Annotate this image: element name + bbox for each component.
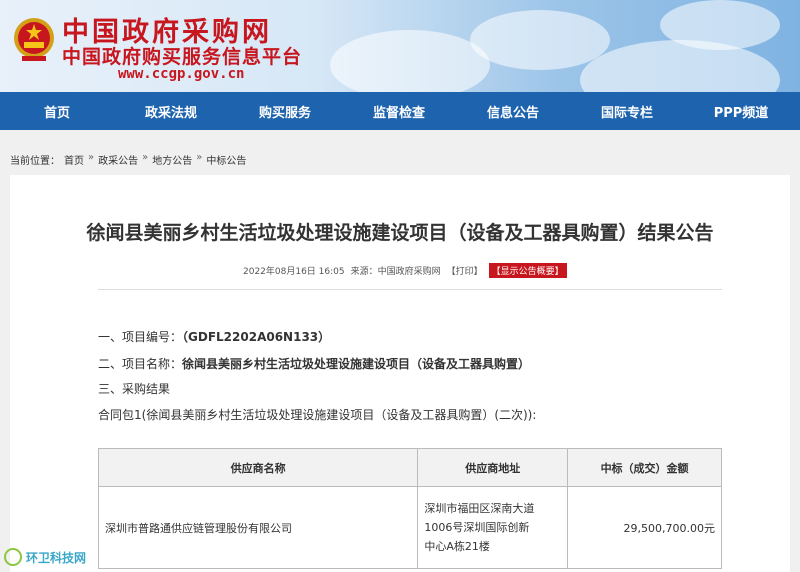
- article-date: 2022年08月16日 16:05: [243, 267, 345, 277]
- header-cloud: [580, 40, 780, 92]
- header-cloud: [660, 0, 780, 50]
- result-table: 供应商名称 供应商地址 中标（成交）金额 深圳市普路通供应链管理股份有限公司 深…: [97, 448, 722, 569]
- breadcrumb-separator: »: [142, 152, 149, 163]
- nav-item-ppp[interactable]: PPP频道: [684, 102, 798, 121]
- watermark-text: 环卫科技网: [26, 550, 87, 565]
- header-cloud: [330, 30, 490, 92]
- article-title: 徐闻县美丽乡村生活垃圾处理设施建设项目（设备及工器具购置）结果公告: [86, 222, 714, 244]
- package-line: 合同包1(徐闻县美丽乡村生活垃圾处理设施建设项目（设备及工器具购置）(二次)):: [98, 408, 537, 422]
- column-header-supplier-name: 供应商名称: [97, 448, 419, 487]
- award-amount-cell: 29,500,700.00元: [567, 486, 722, 569]
- breadcrumb-prefix: 当前位置：: [10, 156, 60, 167]
- article-card: 徐闻县美丽乡村生活垃圾处理设施建设项目（设备及工器具购置）结果公告 2022年0…: [10, 175, 790, 572]
- column-header-supplier-address: 供应商地址: [417, 448, 569, 487]
- column-header-award-amount: 中标（成交）金额: [567, 448, 722, 487]
- site-url: www.ccgp.gov.cn: [118, 66, 245, 82]
- print-link[interactable]: 【打印】: [447, 264, 483, 277]
- article-meta: 2022年08月16日 16:05 来源：中国政府采购网 【打印】 【显示公告概…: [243, 263, 567, 278]
- project-name-value: 徐闻县美丽乡村生活垃圾处理设施建设项目（设备及工器具购置）: [182, 357, 531, 371]
- divider: [98, 289, 722, 290]
- site-header: 中国政府采购网 中国政府购买服务信息平台 www.ccgp.gov.cn: [0, 0, 800, 92]
- breadcrumb-separator: »: [196, 152, 203, 163]
- project-number-line: 一、项目编号：（GDFL2202A06N133）: [98, 328, 330, 345]
- breadcrumb: 当前位置： 首页 » 政采公告 » 地方公告 » 中标公告: [10, 152, 246, 167]
- breadcrumb-local-notices[interactable]: 地方公告: [152, 152, 192, 167]
- breadcrumb-award-notices[interactable]: 中标公告: [206, 152, 246, 167]
- nav-item-international[interactable]: 国际专栏: [570, 102, 684, 121]
- header-cloud: [470, 10, 610, 70]
- nav-item-regulations[interactable]: 政采法规: [114, 102, 228, 121]
- breadcrumb-policy-notices[interactable]: 政采公告: [98, 152, 138, 167]
- table-header-row: 供应商名称 供应商地址 中标（成交）金额: [97, 448, 722, 487]
- result-heading: 三、采购结果: [98, 382, 171, 396]
- nav-item-supervision[interactable]: 监督检查: [342, 102, 456, 121]
- nav-item-announcements[interactable]: 信息公告: [456, 102, 570, 121]
- nav-item-purchase-services[interactable]: 购买服务: [228, 102, 342, 121]
- watermark-logo-icon: [4, 548, 22, 566]
- project-number-label: 一、项目编号：: [98, 330, 183, 344]
- show-summary-button[interactable]: 【显示公告概要】: [488, 263, 567, 278]
- supplier-name-cell: 深圳市普路通供应链管理股份有限公司: [97, 486, 419, 569]
- address-line: 深圳市福田区深南大道: [424, 502, 535, 515]
- nav-item-home[interactable]: 首页: [0, 102, 114, 121]
- project-name-label: 二、项目名称：: [98, 357, 183, 371]
- project-number-value: （GDFL2202A06N133）: [182, 330, 331, 344]
- table-row: 深圳市普路通供应链管理股份有限公司 深圳市福田区深南大道 1006号深圳国际创新…: [97, 486, 722, 569]
- breadcrumb-separator: »: [88, 152, 95, 163]
- breadcrumb-home[interactable]: 首页: [64, 152, 84, 167]
- address-line: 中心A栋21楼: [424, 540, 490, 553]
- source-label: 来源：: [350, 267, 378, 277]
- site-subtitle: 中国政府购买服务信息平台: [62, 46, 303, 68]
- watermark: 环卫科技网: [4, 548, 86, 566]
- project-name-line: 二、项目名称：徐闻县美丽乡村生活垃圾处理设施建设项目（设备及工器具购置）: [98, 355, 530, 372]
- article-source: 来源：中国政府采购网: [351, 264, 441, 277]
- address-line: 1006号深圳国际创新: [424, 521, 530, 534]
- source-name[interactable]: 中国政府采购网: [378, 267, 441, 277]
- supplier-address-cell: 深圳市福田区深南大道 1006号深圳国际创新 中心A栋21楼: [417, 486, 569, 569]
- main-nav: 首页 政采法规 购买服务 监督检查 信息公告 国际专栏 PPP频道: [0, 92, 800, 130]
- national-emblem-icon[interactable]: [12, 16, 56, 64]
